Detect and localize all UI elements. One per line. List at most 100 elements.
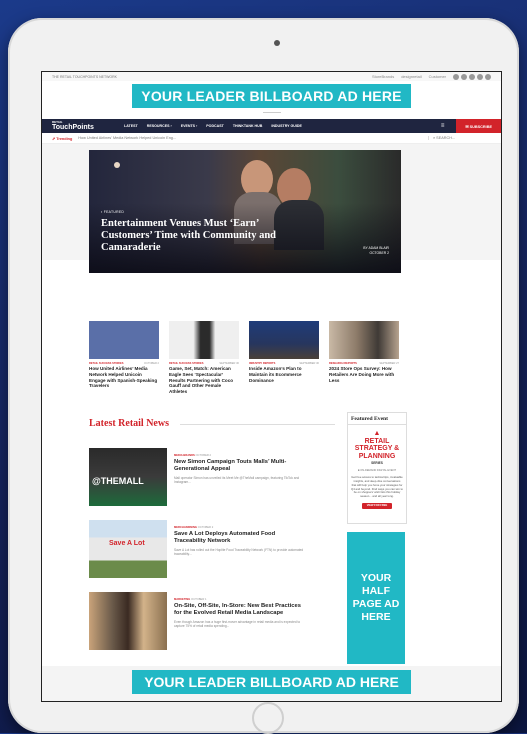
- story-image[interactable]: [169, 321, 239, 359]
- story-title[interactable]: How United Airlines’ Media Network Helpe…: [89, 366, 159, 389]
- nav-items: LATEST RESOURCES › EVENTS › PODCAST THIN…: [124, 124, 302, 128]
- thumb-caption: Save A Lot: [109, 540, 145, 547]
- story-category[interactable]: RESEARCH REPORTS: [329, 362, 357, 365]
- story-category[interactable]: RETAIL SUCCESS STORIES: [169, 362, 203, 365]
- story-meta: INDUSTRY REPORTS SEPTEMBER 30: [249, 362, 319, 365]
- article-body: MEDIA BRANDS OCTOBER 2 New Simon Campaig…: [167, 448, 307, 506]
- site-logo[interactable]: RETAIL TouchPoints: [52, 121, 116, 132]
- nav-item-industry-guide[interactable]: INDUSTRY GUIDE: [271, 124, 302, 128]
- trending-label: ⇗ Trending: [52, 136, 73, 141]
- nav-item-thinktank[interactable]: THINKTANK HUB: [233, 124, 262, 128]
- story-date: OCTOBER 2: [144, 362, 159, 365]
- article-meta: MEDIA BRANDS OCTOBER 2: [174, 454, 307, 457]
- subscribe-button[interactable]: ✉ SUBSCRIBE: [456, 119, 501, 133]
- nav-item-podcast[interactable]: PODCAST: [206, 124, 224, 128]
- social-links: [453, 73, 491, 80]
- article-date: OCTOBER 2: [195, 454, 212, 457]
- news-article[interactable]: MARKETING OCTOBER 1 On-Site, Off-Site, I…: [89, 592, 309, 650]
- story-date: SEPTEMBER 27: [379, 362, 399, 365]
- article-snippet: Mall operator Simon has unveiled its Mee…: [174, 476, 300, 485]
- hero-date: OCTOBER 2: [369, 251, 389, 255]
- brand-link-designretail[interactable]: designretail: [401, 74, 421, 79]
- event-logo-icon: ▲: [373, 430, 381, 437]
- hero-background: ▪ FEATURED Entertainment Venues Must ‘Ea…: [42, 144, 501, 273]
- story-meta: RESEARCH REPORTS SEPTEMBER 27: [329, 362, 399, 365]
- featured-event-box: Featured Event ▲ RETAIL STRATEGY & PLANN…: [347, 412, 407, 524]
- story-title[interactable]: 2024 Store Ops Survey: How Retailers Are…: [329, 366, 399, 383]
- camera-icon: [274, 40, 280, 46]
- story-title[interactable]: Game, Set, Match: American Eagle Sees ‘S…: [169, 366, 239, 395]
- tablet-frame: THE RETAIL TOUCHPOINTS NETWORK StoreBran…: [8, 18, 519, 734]
- bottom-billboard-ad[interactable]: YOUR LEADER BILLBOARD AD HERE: [132, 670, 411, 694]
- story-card[interactable]: RESEARCH REPORTS SEPTEMBER 27 2024 Store …: [329, 321, 399, 395]
- trending-headline[interactable]: How United Airlines' Media Network Helpe…: [78, 136, 176, 140]
- brand-link-storebrands[interactable]: StoreBrands: [372, 74, 394, 79]
- x-icon[interactable]: [461, 73, 467, 80]
- article-thumbnail[interactable]: [89, 592, 167, 650]
- website-screen: THE RETAIL TOUCHPOINTS NETWORK StoreBran…: [41, 71, 502, 702]
- story-category[interactable]: INDUSTRY REPORTS: [249, 362, 275, 365]
- hero-light: [114, 162, 120, 168]
- article-category[interactable]: MARKETING: [174, 598, 190, 601]
- article-snippet: Even though Amazon has a huge first-move…: [174, 620, 301, 629]
- brand-link-customer[interactable]: Customer: [429, 74, 446, 79]
- search-input[interactable]: ⌕ SEARCH...: [428, 136, 491, 140]
- instagram-icon[interactable]: [485, 73, 491, 80]
- story-title[interactable]: Inside Amazon’s Plan to Maintain its Eco…: [249, 366, 319, 383]
- latest-news-heading: Latest Retail News: [89, 418, 169, 429]
- nav-item-latest[interactable]: LATEST: [124, 124, 138, 128]
- article-body: MARKETING OCTOBER 1 On-Site, Off-Site, I…: [167, 592, 307, 650]
- story-cards: RETAIL SUCCESS STORIES OCTOBER 2 How Unit…: [89, 321, 401, 395]
- event-description: Get free access to tactical tips, invalu…: [351, 475, 403, 499]
- news-article[interactable]: @THEMALL MEDIA BRANDS OCTOBER 2 New Simo…: [89, 448, 309, 506]
- network-brands: StoreBrands designretail Customer: [372, 73, 491, 80]
- menu-icon[interactable]: ≡: [441, 123, 445, 129]
- article-category[interactable]: MEDIA BRANDS: [174, 454, 195, 457]
- event-title[interactable]: RETAIL STRATEGY & PLANNING: [348, 438, 406, 460]
- featured-event-label: Featured Event: [348, 413, 406, 425]
- story-meta: RETAIL SUCCESS STORIES OCTOBER 2: [89, 362, 159, 365]
- story-card[interactable]: RETAIL SUCCESS STORIES OCTOBER 2 How Unit…: [89, 321, 159, 395]
- article-snippet: Save A Lot has rolled out the Hoplite Fo…: [174, 548, 304, 557]
- news-article[interactable]: Save A Lot MERCHANDISING OCTOBER 2 Save …: [89, 520, 309, 578]
- logo-text: TouchPoints: [52, 124, 94, 131]
- story-image[interactable]: [249, 321, 319, 359]
- article-thumbnail[interactable]: Save A Lot: [89, 520, 167, 578]
- hero-feature[interactable]: ▪ FEATURED Entertainment Venues Must ‘Ea…: [89, 150, 401, 273]
- main-navbar: RETAIL TouchPoints LATEST RESOURCES › EV…: [42, 119, 501, 133]
- youtube-icon[interactable]: [477, 73, 483, 80]
- trending-bar: ⇗ Trending How United Airlines' Media Ne…: [42, 133, 501, 144]
- featured-tag: ▪ FEATURED: [101, 210, 125, 214]
- story-card[interactable]: INDUSTRY REPORTS SEPTEMBER 30 Inside Amaz…: [249, 321, 319, 395]
- article-date: OCTOBER 1: [191, 598, 207, 601]
- article-meta: MERCHANDISING OCTOBER 2: [174, 526, 307, 529]
- nav-item-resources[interactable]: RESOURCES ›: [147, 124, 172, 128]
- story-meta: RETAIL SUCCESS STORIES SEPTEMBER 30: [169, 362, 239, 365]
- top-billboard-ad[interactable]: YOUR LEADER BILLBOARD AD HERE: [132, 84, 411, 108]
- network-label: THE RETAIL TOUCHPOINTS NETWORK: [52, 74, 118, 79]
- divider: [262, 112, 281, 113]
- half-page-ad[interactable]: YOUR HALF PAGE AD HERE: [347, 532, 405, 664]
- facebook-icon[interactable]: [453, 73, 459, 80]
- event-series: SERIES: [371, 461, 383, 466]
- story-date: SEPTEMBER 30: [219, 362, 239, 365]
- article-title[interactable]: New Simon Campaign Touts Malls’ Multi-Ge…: [174, 459, 307, 473]
- heading-rule: [180, 424, 335, 425]
- hero-title[interactable]: Entertainment Venues Must ‘Earn’ Custome…: [101, 218, 311, 254]
- article-meta: MARKETING OCTOBER 1: [174, 598, 307, 601]
- home-button[interactable]: [252, 702, 284, 734]
- article-title[interactable]: Save A Lot Deploys Automated Food Tracea…: [174, 531, 307, 545]
- view-for-free-button[interactable]: VIEW FOR FREE: [362, 503, 392, 509]
- article-thumbnail[interactable]: @THEMALL: [89, 448, 167, 506]
- story-category[interactable]: RETAIL SUCCESS STORIES: [89, 362, 123, 365]
- nav-item-events[interactable]: EVENTS ›: [181, 124, 198, 128]
- article-title[interactable]: On-Site, Off-Site, In-Store: New Best Pr…: [174, 603, 307, 617]
- story-card[interactable]: RETAIL SUCCESS STORIES SEPTEMBER 30 Game,…: [169, 321, 239, 395]
- story-image[interactable]: [89, 321, 159, 359]
- article-category[interactable]: MERCHANDISING: [174, 526, 197, 529]
- story-image[interactable]: [329, 321, 399, 359]
- linkedin-icon[interactable]: [469, 73, 475, 80]
- article-date: OCTOBER 2: [197, 526, 214, 529]
- utility-bar: THE RETAIL TOUCHPOINTS NETWORK StoreBran…: [42, 72, 501, 81]
- story-date: SEPTEMBER 30: [299, 362, 319, 365]
